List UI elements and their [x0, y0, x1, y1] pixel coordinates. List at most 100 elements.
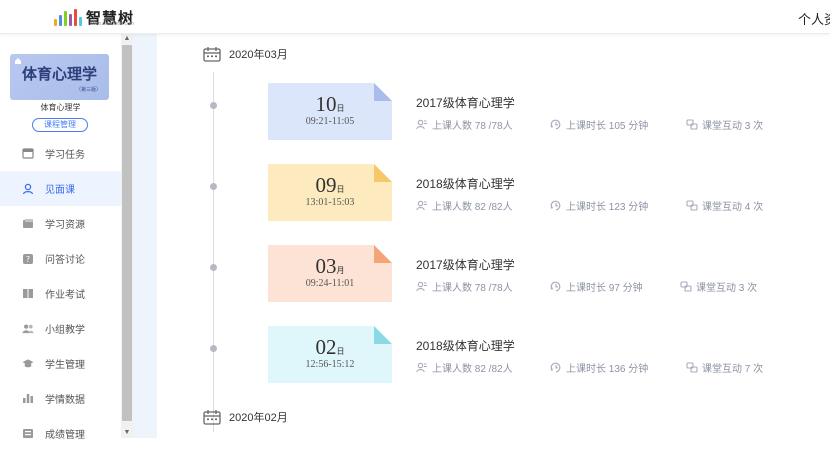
calendar-icon [203, 47, 221, 62]
scroll-down-icon[interactable]: ▼ [121, 428, 133, 438]
session-interaction: 课堂互动 3 次 [680, 279, 757, 294]
session-attendance: 上课人数 78 /78人 [416, 279, 513, 294]
session-date-card[interactable]: 03月 09:24-11:01 [268, 245, 392, 302]
sidebar-item-homework[interactable]: 作业考试 [0, 276, 121, 311]
content-divider [133, 34, 157, 438]
session-attendance-text: 上课人数 78 /78人 [432, 121, 513, 132]
session-title[interactable]: 2018级体育心理学 [416, 337, 515, 354]
sidebar-item-label: 学生管理 [45, 360, 85, 371]
timeline-dot [210, 345, 217, 352]
graduate-icon [22, 358, 34, 370]
attendance-icon [416, 281, 432, 292]
session-attendance: 上课人数 82 /82人 [416, 198, 513, 213]
course-manage-button[interactable]: 课程管理 [32, 118, 88, 132]
interaction-icon [680, 281, 696, 292]
session-date-card[interactable]: 02日 12:56-15:12 [268, 326, 392, 383]
month-label: 2020年03月 [229, 49, 288, 61]
session-duration-text: 上课时长 123 分钟 [566, 202, 649, 213]
top-bar: 智慧树 www.zhihuishu.com 个人资 [0, 0, 830, 34]
timeline-dot [210, 264, 217, 271]
sidebar-item-label: 见面课 [45, 185, 75, 196]
interaction-icon [686, 362, 702, 373]
attendance-icon [416, 119, 432, 130]
course-cover-edition: （第三版） [75, 87, 101, 93]
session-attendance-text: 上课人数 78 /78人 [432, 283, 513, 294]
scroll-thumb[interactable] [122, 45, 132, 421]
session-interaction: 课堂互动 3 次 [686, 117, 763, 132]
session-time: 13:01-15:03 [305, 197, 355, 208]
group-icon [22, 323, 34, 335]
personal-menu[interactable]: 个人资 [798, 9, 830, 28]
sidebar-item-label: 问答讨论 [45, 255, 85, 266]
sidebar-item-learning-data[interactable]: 学情数据 [0, 381, 121, 416]
session-day: 10日 [315, 92, 345, 116]
sidebar-item-label: 学习资源 [45, 220, 85, 231]
timeline-line [213, 72, 214, 432]
session-interaction-text: 课堂互动 3 次 [702, 121, 764, 132]
session-day: 02日 [315, 335, 345, 359]
session-interaction-text: 课堂互动 7 次 [702, 364, 764, 375]
sidebar-item-label: 作业考试 [45, 290, 85, 301]
session-duration: 上课时长 97 分钟 [550, 279, 643, 294]
svg-text:?: ? [26, 255, 30, 264]
session-title[interactable]: 2017级体育心理学 [416, 94, 515, 111]
session-attendance: 上课人数 82 /82人 [416, 360, 513, 375]
user-icon [22, 183, 34, 195]
sidebar-item-qa[interactable]: ? 问答讨论 [0, 241, 121, 276]
session-duration-text: 上课时长 105 分钟 [566, 121, 649, 132]
sidebar-item-resources[interactable]: 学习资源 [0, 206, 121, 241]
session-attendance: 上课人数 78 /78人 [416, 117, 513, 132]
book-icon [22, 288, 34, 300]
bar-chart-icon [22, 393, 34, 405]
sidebar: 体育心理学 （第三版） 体育心理学 课程管理 学习任务 见面课 学习资源 ? 问… [0, 34, 121, 441]
attendance-icon [416, 200, 432, 211]
sidebar-menu: 学习任务 见面课 学习资源 ? 问答讨论 作业考试 小组教学 学生管理 学情数据 [0, 136, 121, 451]
folder-icon [22, 218, 34, 230]
month-label: 2020年02月 [229, 412, 288, 424]
course-cover[interactable]: 体育心理学 （第三版） [10, 54, 109, 100]
session-interaction-text: 课堂互动 4 次 [702, 202, 764, 213]
sidebar-item-label: 小组教学 [45, 325, 85, 336]
clock-icon [550, 362, 566, 373]
clock-icon [550, 281, 566, 292]
session-day: 03月 [315, 254, 345, 278]
timeline-dot [210, 183, 217, 190]
course-cover-title: 体育心理学 [21, 66, 97, 83]
sidebar-item-label: 学习任务 [45, 150, 85, 161]
sidebar-item-label: 学情数据 [45, 395, 85, 406]
scroll-up-icon[interactable]: ▲ [121, 34, 133, 44]
sidebar-item-group[interactable]: 小组教学 [0, 311, 121, 346]
sidebar-item-grades[interactable]: 成绩管理 [0, 416, 121, 451]
session-time: 09:24-11:01 [305, 278, 355, 289]
clock-icon [550, 200, 566, 211]
sidebar-scrollbar[interactable]: ▲ ▼ [121, 34, 133, 438]
session-day: 09日 [315, 173, 345, 197]
session-duration: 上课时长 136 分钟 [550, 360, 648, 375]
session-time: 09:21-11:05 [305, 116, 355, 127]
course-name: 体育心理学 [40, 103, 81, 112]
session-title[interactable]: 2017级体育心理学 [416, 256, 515, 273]
sidebar-item-learning-tasks[interactable]: 学习任务 [0, 136, 121, 171]
session-attendance-text: 上课人数 82 /82人 [432, 202, 513, 213]
attendance-icon [416, 362, 432, 373]
sidebar-item-label: 成绩管理 [45, 430, 85, 441]
session-title[interactable]: 2018级体育心理学 [416, 175, 515, 192]
session-interaction-text: 课堂互动 3 次 [696, 283, 758, 294]
session-attendance-text: 上课人数 82 /82人 [432, 364, 513, 375]
session-duration: 上课时长 105 分钟 [550, 117, 648, 132]
session-duration-text: 上课时长 97 分钟 [566, 283, 643, 294]
sidebar-item-students[interactable]: 学生管理 [0, 346, 121, 381]
session-duration: 上课时长 123 分钟 [550, 198, 648, 213]
session-date-card[interactable]: 10日 09:21-11:05 [268, 83, 392, 140]
session-time: 12:56-15:12 [305, 359, 355, 370]
timeline-dot [210, 102, 217, 109]
logo-bars-icon [54, 9, 82, 26]
sidebar-item-meeting-class[interactable]: 见面课 [0, 171, 121, 206]
interaction-icon [686, 200, 702, 211]
task-icon [22, 148, 34, 160]
session-date-card[interactable]: 09日 13:01-15:03 [268, 164, 392, 221]
interaction-icon [686, 119, 702, 130]
logo-subtitle: www.zhihuishu.com [90, 21, 134, 27]
session-interaction: 课堂互动 7 次 [686, 360, 763, 375]
session-interaction: 课堂互动 4 次 [686, 198, 763, 213]
